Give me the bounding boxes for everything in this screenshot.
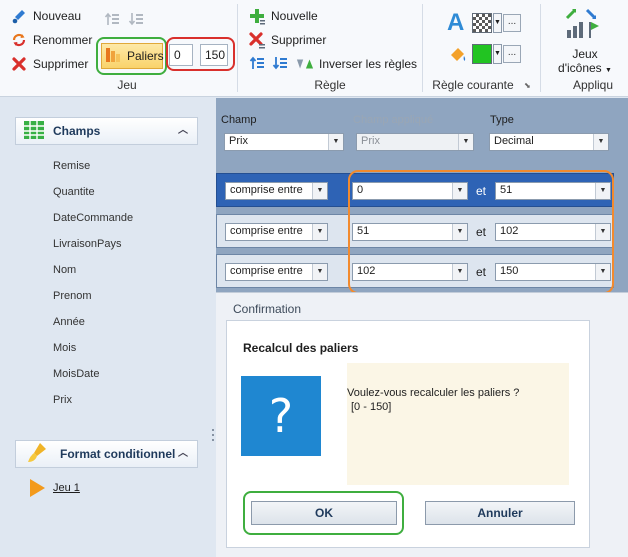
dialog-launcher-icon[interactable]: ⬊ — [524, 81, 531, 90]
dropdown-arrow-icon: ▼ — [328, 134, 343, 150]
highlight-ok-green — [243, 491, 404, 535]
paint-brush-icon — [26, 442, 48, 467]
group-label-jeu: Jeu — [117, 78, 137, 92]
group-label-regle: Règle — [314, 78, 346, 92]
nouvelle-label: Nouvelle — [271, 9, 318, 23]
inverser-label: Inverser les règles — [319, 57, 418, 71]
grid-icon — [23, 120, 45, 143]
confirmation-panel: Confirmation Recalcul des paliers ? Voul… — [216, 292, 628, 557]
collapse-chevron-icon[interactable]: ︿ — [175, 446, 191, 462]
dialog-message: Voulez-vous recalculer les paliers ? [0 … — [347, 363, 569, 485]
fill-color-swatch[interactable] — [472, 44, 492, 64]
move-rule-up-icon[interactable] — [249, 55, 265, 74]
dropdown-arrow-icon: ▼ — [458, 134, 473, 150]
jeu-1-link[interactable]: Jeu 1 — [53, 482, 80, 494]
ribbon: Nouveau Renommer Supprimer Paliers 0 150… — [0, 0, 628, 97]
col-champ-applique-label: Champ appliqué — [353, 114, 434, 126]
fill-color-icon[interactable] — [448, 44, 468, 67]
champs-header[interactable]: Champs ︿ — [15, 117, 198, 145]
field-item[interactable]: MoisDate — [53, 364, 133, 390]
nouveau-label: Nouveau — [33, 9, 82, 23]
champ-select[interactable]: Prix ▼ — [224, 133, 344, 151]
supprimer-regle-label: Supprimer — [271, 33, 327, 47]
field-item[interactable]: Prenom — [53, 286, 133, 312]
question-icon: ? — [241, 376, 321, 456]
dropdown-arrow-icon: ▼ — [312, 224, 327, 240]
confirmation-dialog: Recalcul des paliers ? Voulez-vous recal… — [226, 320, 590, 548]
operator-select[interactable]: comprise entre ▼ — [225, 223, 328, 241]
operator-select[interactable]: comprise entre ▼ — [225, 182, 328, 200]
nouvelle-regle-button[interactable]: Nouvelle — [248, 6, 318, 26]
champs-title: Champs — [53, 124, 101, 138]
sort-down-icon[interactable] — [128, 11, 144, 30]
delete-x-icon — [10, 55, 28, 73]
fill-more-button[interactable]: ... — [503, 45, 521, 63]
brush-icon — [10, 7, 28, 25]
field-item[interactable]: Prix — [53, 390, 133, 416]
supprimer-regle-button[interactable]: Supprimer — [248, 30, 326, 50]
font-color-dropdown[interactable]: ▼ — [493, 13, 502, 33]
type-select[interactable]: Decimal ▼ — [489, 133, 609, 151]
field-item[interactable]: DateCommande — [53, 208, 133, 234]
group-label-regle-courante: Règle courante — [432, 78, 514, 92]
move-rule-down-icon[interactable] — [272, 55, 288, 74]
font-more-button[interactable]: ... — [503, 14, 521, 32]
add-rule-icon — [248, 7, 266, 25]
font-color-swatch[interactable] — [472, 13, 492, 33]
supprimer-label: Supprimer — [33, 57, 89, 71]
font-color-icon[interactable]: A — [447, 9, 464, 37]
field-item[interactable]: Mois — [53, 338, 133, 364]
collapse-chevron-icon[interactable]: ︿ — [175, 123, 191, 139]
dropdown-arrow-icon: ▼ — [312, 183, 327, 199]
fill-color-dropdown[interactable]: ▼ — [493, 44, 502, 64]
confirmation-title: Confirmation — [233, 302, 302, 316]
highlight-range-red — [166, 37, 235, 71]
group-separator — [422, 4, 423, 92]
format-conditionnel-header[interactable]: Format conditionnel ︿ — [15, 440, 198, 468]
champ-applique-select: Prix ▼ — [356, 133, 474, 151]
field-item[interactable]: Remise — [53, 156, 133, 182]
field-item[interactable]: LivraisonPays — [53, 234, 133, 260]
format-conditionnel-title: Format conditionnel — [60, 447, 176, 461]
icon-sets-button[interactable]: Jeux d'icônes ▼ — [553, 47, 617, 78]
field-item[interactable]: Quantite — [53, 182, 133, 208]
group-separator — [540, 4, 541, 92]
group-separator — [237, 4, 238, 92]
supprimer-jeu-button[interactable]: Supprimer — [10, 54, 88, 74]
group-label-appliquer: Appliqu — [573, 78, 614, 92]
field-list: Remise Quantite DateCommande LivraisonPa… — [53, 156, 133, 416]
annuler-button[interactable]: Annuler — [425, 501, 575, 525]
left-panel: Champs ︿ Remise Quantite DateCommande Li… — [0, 98, 214, 557]
renommer-jeu-button[interactable]: Renommer — [10, 30, 92, 50]
field-item[interactable]: Année — [53, 312, 133, 338]
inverser-regles-button[interactable]: Inverser les règles — [296, 54, 417, 74]
sort-up-icon[interactable] — [104, 11, 120, 30]
highlight-paliers-green — [96, 37, 167, 75]
icon-sets-label-line2: d'icônes ▼ — [558, 61, 612, 75]
nouveau-jeu-button[interactable]: Nouveau — [10, 6, 81, 26]
refresh-icon — [10, 31, 28, 49]
delete-rule-icon — [248, 31, 266, 49]
renommer-label: Renommer — [33, 33, 93, 47]
highlight-ranges-orange — [348, 170, 614, 294]
play-icon — [28, 478, 46, 501]
field-item[interactable]: Nom — [53, 260, 133, 286]
col-type-label: Type — [490, 114, 514, 126]
invert-rules-icon — [296, 55, 314, 73]
dialog-header: Recalcul des paliers — [243, 341, 359, 355]
dropdown-arrow-icon: ▼ — [312, 264, 327, 280]
operator-select[interactable]: comprise entre ▼ — [225, 263, 328, 281]
icon-sets-label-line1: Jeux — [572, 47, 598, 61]
splitter-handle[interactable] — [211, 428, 215, 442]
dropdown-arrow-icon: ▼ — [593, 134, 608, 150]
message-line-1: Voulez-vous recalculer les paliers ? — [347, 387, 520, 399]
col-champ-label: Champ — [221, 114, 257, 126]
dropdown-caret-icon: ▼ — [605, 67, 612, 74]
icon-sets-icon[interactable] — [565, 6, 603, 43]
message-line-2: [0 - 150] — [351, 401, 392, 413]
rule-editor-panel: Champ Champ appliqué Type Prix ▼ Prix ▼ De… — [216, 98, 628, 557]
